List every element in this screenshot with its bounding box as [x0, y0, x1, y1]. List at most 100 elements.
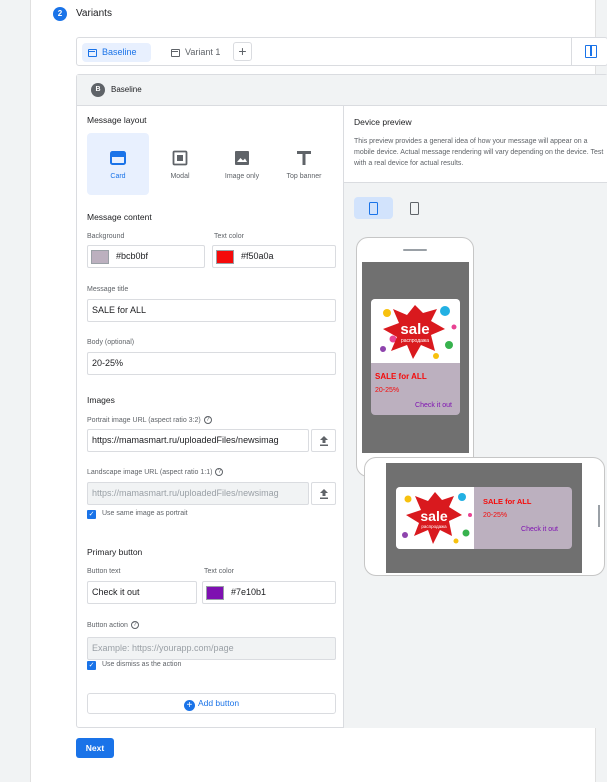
button-action-input: Example: https://yourapp.com/page: [87, 637, 336, 660]
variant-name: Baseline: [111, 85, 142, 94]
split-view-icon[interactable]: [585, 45, 597, 58]
preview-message-card: sale распродажа SALE for ALL 20-25% Chec…: [371, 299, 460, 415]
add-button-label: Add button: [197, 698, 240, 708]
card-icon: [88, 48, 97, 57]
next-button[interactable]: Next: [76, 738, 114, 758]
step-number-badge: 2: [53, 7, 67, 21]
step-title: Variants: [76, 8, 112, 19]
button-text-color-field[interactable]: #7e10b1: [202, 581, 336, 604]
image-only-icon: [235, 151, 249, 165]
portrait-device-tab[interactable]: [354, 197, 393, 219]
button-text-color-label: Text color: [204, 568, 234, 575]
button-color-swatch[interactable]: [206, 586, 224, 600]
variant-badge: B: [91, 83, 105, 97]
portrait-upload-button[interactable]: [311, 429, 336, 452]
message-title-label: Message title: [87, 286, 129, 293]
text-color-field[interactable]: #f50a0a: [212, 245, 336, 268]
portrait-url-label-text: Portrait image URL (aspect ratio 3:2): [87, 416, 201, 424]
landscape-url-input: https://mamasmart.ru/uploadedFiles/newsi…: [87, 482, 309, 505]
body-label: Body (optional): [87, 339, 135, 346]
same-image-checkbox[interactable]: ✓: [87, 510, 96, 519]
primary-button-title: Primary button: [87, 547, 143, 557]
body-input[interactable]: 20-25%: [87, 352, 336, 375]
background-label: Background: [87, 233, 125, 240]
phone-screen: sale распродажа SALE for ALL 20-25% Chec…: [362, 262, 469, 453]
preview-message-button: Check it out: [521, 526, 558, 533]
tab-variant-1[interactable]: Variant 1: [165, 43, 225, 62]
text-color-label: Text color: [214, 233, 244, 240]
phone-landscape-mockup: sale распродажа SALE for ALL 20-25% Chec…: [364, 457, 605, 576]
device-preview-title: Device preview: [354, 117, 412, 127]
background-color-value: #bcb0bf: [116, 251, 149, 261]
layout-option-label: Top banner: [286, 173, 322, 180]
card-layout-icon: [110, 151, 126, 165]
landscape-upload-button[interactable]: [311, 482, 336, 505]
card-icon: [171, 48, 180, 57]
add-variant-button[interactable]: +: [233, 42, 252, 61]
same-image-label: Use same image as portrait: [102, 510, 188, 517]
tab-variant-1-label: Variant 1: [185, 47, 221, 57]
landscape-url-label: Landscape image URL (aspect ratio 1:1)?: [87, 468, 224, 476]
sale-image-subtext: распродажа: [401, 338, 429, 344]
portrait-url-label: Portrait image URL (aspect ratio 3:2)?: [87, 416, 212, 424]
preview-landscape-card: sale распродажа SALE for ALL 20-25% Chec…: [396, 487, 572, 549]
preview-message-button: Check it out: [415, 402, 452, 409]
tab-baseline[interactable]: Baseline: [82, 43, 151, 62]
button-color-value: #7e10b1: [231, 587, 267, 597]
sale-image: sale распродажа: [396, 487, 474, 549]
layout-option-top-banner[interactable]: Top banner: [273, 133, 335, 195]
divider: [571, 38, 572, 65]
layout-option-card[interactable]: Card: [87, 133, 149, 195]
button-text-input[interactable]: Check it out: [87, 581, 197, 604]
phone-portrait-icon: [369, 202, 378, 215]
phone-portrait-mockup: sale распродажа SALE for ALL 20-25% Chec…: [356, 237, 474, 477]
help-icon[interactable]: ?: [215, 468, 224, 476]
landscape-device-tab[interactable]: [395, 197, 434, 219]
portrait-url-input[interactable]: https://mamasmart.ru/uploadedFiles/newsi…: [87, 429, 309, 452]
phone-icon: [410, 202, 419, 215]
help-icon[interactable]: ?: [130, 621, 139, 629]
layout-option-label: Image only: [224, 173, 260, 180]
device-preview-area: sale распродажа SALE for ALL 20-25% Chec…: [344, 182, 607, 728]
button-text-label: Button text: [87, 568, 121, 575]
preview-message-body: 20-25%: [483, 512, 508, 519]
button-action-label: Button action?: [87, 621, 139, 629]
sale-image-text: sale: [420, 508, 447, 524]
variant-panel: B Baseline Message layout Card Modal Ima…: [76, 74, 607, 728]
layout-option-label: Card: [110, 173, 126, 180]
background-color-field[interactable]: #bcb0bf: [87, 245, 205, 268]
layout-option-modal[interactable]: Modal: [149, 133, 211, 195]
layout-option-label: Modal: [170, 173, 190, 180]
upload-icon: [320, 436, 328, 446]
message-title-input[interactable]: SALE for ALL: [87, 299, 336, 322]
background-color-swatch[interactable]: [91, 250, 109, 264]
help-icon[interactable]: ?: [203, 416, 212, 424]
tab-baseline-label: Baseline: [102, 47, 137, 57]
top-banner-icon: [297, 151, 311, 165]
layout-option-image-only[interactable]: Image only: [211, 133, 273, 195]
page: 2 Variants Baseline Variant 1 + B Baseli…: [0, 0, 607, 782]
message-layout-title: Message layout: [87, 115, 147, 125]
modal-layout-icon: [172, 150, 188, 166]
dismiss-checkbox[interactable]: ✓: [87, 661, 96, 670]
preview-message-body: 20-25%: [375, 387, 400, 394]
message-content-title: Message content: [87, 212, 152, 222]
preview-message-title: SALE for ALL: [483, 497, 532, 506]
device-preview-description: This preview provides a general idea of …: [354, 138, 604, 167]
sale-image-subtext: распродажа: [421, 524, 447, 529]
sale-image-text: sale: [400, 321, 429, 338]
text-color-swatch[interactable]: [216, 250, 234, 264]
dismiss-label: Use dismiss as the action: [102, 661, 182, 668]
landscape-url-label-text: Landscape image URL (aspect ratio 1:1): [87, 468, 213, 476]
button-action-label-text: Button action: [87, 621, 128, 629]
images-title: Images: [87, 395, 115, 405]
add-icon: +: [183, 700, 195, 711]
main-card: 2 Variants Baseline Variant 1 + B Baseli…: [30, 0, 607, 782]
variant-header: B Baseline: [77, 75, 607, 106]
variant-tabs-bar: Baseline Variant 1 +: [76, 37, 607, 66]
preview-message-title: SALE for ALL: [375, 372, 427, 381]
phone-speaker: [598, 505, 600, 527]
sale-image: sale распродажа: [371, 299, 460, 363]
phone-speaker: [403, 249, 427, 251]
add-button[interactable]: + Add button: [87, 693, 336, 714]
